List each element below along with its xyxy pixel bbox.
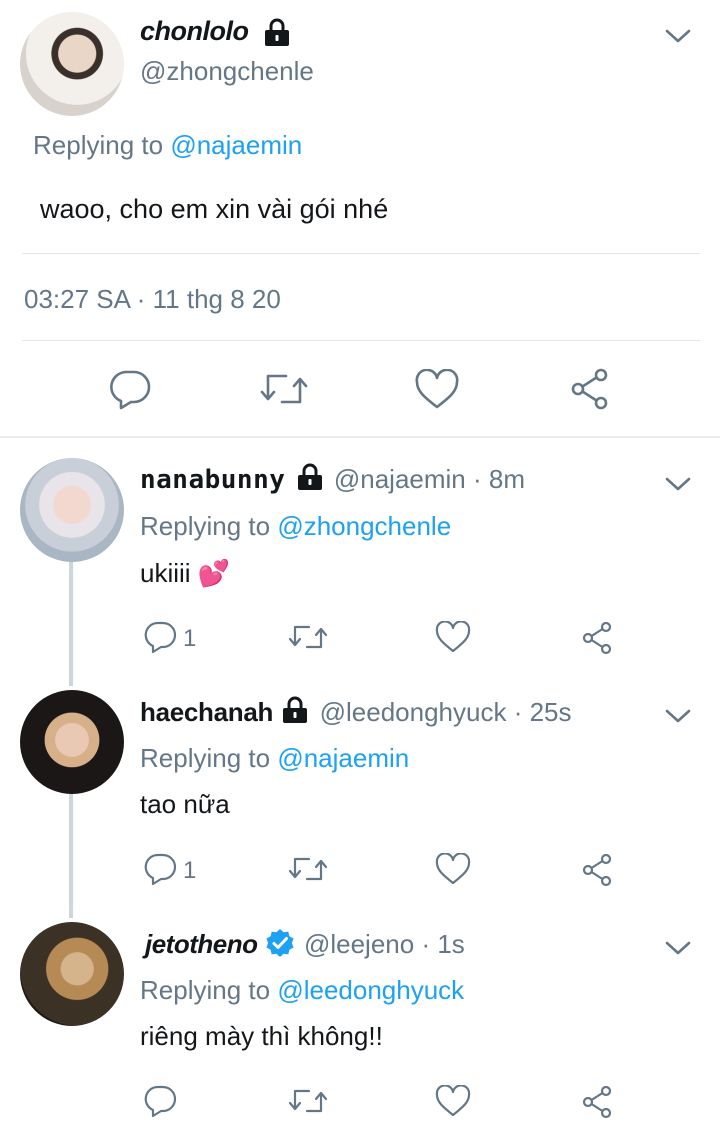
tweet-text: waoo, cho em xin vài gói nhé: [40, 194, 389, 224]
lock-icon: [295, 463, 325, 491]
replying-link[interactable]: @najaemin: [170, 130, 302, 160]
like-icon[interactable]: [435, 853, 471, 885]
handle[interactable]: @najaemin: [334, 464, 466, 494]
thread-line: [69, 562, 73, 686]
retweet-icon[interactable]: [258, 370, 310, 408]
replying-to: Replying to @najaemin: [33, 130, 302, 161]
share-icon[interactable]: [569, 367, 613, 411]
chevron-down-icon[interactable]: [664, 940, 692, 956]
display-name[interactable]: jetotheno: [145, 929, 258, 959]
tweet-text: tao nữa: [140, 789, 230, 819]
replying-link[interactable]: @leedonghyuck: [277, 975, 464, 1005]
share-icon[interactable]: [580, 620, 616, 656]
replying-link[interactable]: @zhongchenle: [277, 511, 451, 541]
replying-label: Replying to: [33, 130, 171, 160]
tweet-text-body: ukiiii: [140, 558, 191, 588]
divider: [22, 253, 700, 254]
handle[interactable]: @leedonghyuck: [320, 697, 507, 727]
verified-icon: [265, 928, 295, 958]
handle[interactable]: @zhongchenle: [140, 56, 314, 87]
reply-count: 1: [183, 625, 197, 652]
reply-header: haechanah @leedonghyuck · 25s: [140, 696, 572, 728]
replying-to: Replying to @najaemin: [140, 743, 409, 774]
time[interactable]: · 1s: [414, 929, 464, 959]
avatar[interactable]: [20, 12, 124, 116]
section-divider: [0, 436, 720, 438]
replying-label: Replying to: [140, 975, 278, 1005]
lock-icon: [280, 696, 310, 724]
replying-link[interactable]: @najaemin: [277, 743, 409, 773]
reply-header: jetotheno @leejeno · 1s: [145, 928, 465, 960]
reply-count: 1: [183, 857, 197, 884]
chevron-down-icon[interactable]: [664, 476, 692, 492]
divider: [22, 340, 700, 341]
chevron-down-icon[interactable]: [664, 28, 692, 44]
time[interactable]: · 25s: [506, 697, 572, 727]
lock-icon: [261, 17, 293, 47]
time[interactable]: · 8m: [466, 464, 525, 494]
replying-to: Replying to @leedonghyuck: [140, 975, 464, 1006]
retweet-icon[interactable]: [287, 854, 329, 884]
reply-icon[interactable]: [107, 368, 153, 410]
like-icon[interactable]: [435, 621, 471, 653]
reply-icon[interactable]: [142, 620, 178, 654]
tweet-text: ukiiii 💕: [140, 558, 230, 589]
chevron-down-icon[interactable]: [664, 708, 692, 724]
replying-label: Replying to: [140, 743, 278, 773]
display-name[interactable]: chonlolo: [140, 16, 249, 47]
display-name[interactable]: nanabunny: [140, 465, 285, 495]
reply-icon[interactable]: [142, 1084, 178, 1118]
heart-emoji: 💕: [197, 558, 231, 588]
replying-label: Replying to: [140, 511, 278, 541]
reply-icon[interactable]: [142, 852, 178, 886]
like-icon[interactable]: [435, 1085, 471, 1117]
handle[interactable]: @leejeno: [304, 929, 414, 959]
like-icon[interactable]: [414, 369, 460, 411]
avatar[interactable]: [20, 690, 124, 794]
display-name[interactable]: haechanah: [140, 697, 273, 727]
tweet-text: riêng mày thì không!!: [140, 1021, 383, 1051]
avatar[interactable]: [20, 922, 124, 1026]
share-icon[interactable]: [580, 852, 616, 888]
reply-header: nanabunny @najaemin · 8m: [140, 463, 525, 495]
replying-to: Replying to @zhongchenle: [140, 511, 451, 542]
avatar[interactable]: [20, 458, 124, 562]
retweet-icon[interactable]: [287, 622, 329, 652]
timestamp[interactable]: 03:27 SA · 11 thg 8 20: [24, 284, 281, 315]
share-icon[interactable]: [580, 1084, 616, 1120]
retweet-icon[interactable]: [287, 1086, 329, 1116]
thread-line: [69, 794, 73, 918]
